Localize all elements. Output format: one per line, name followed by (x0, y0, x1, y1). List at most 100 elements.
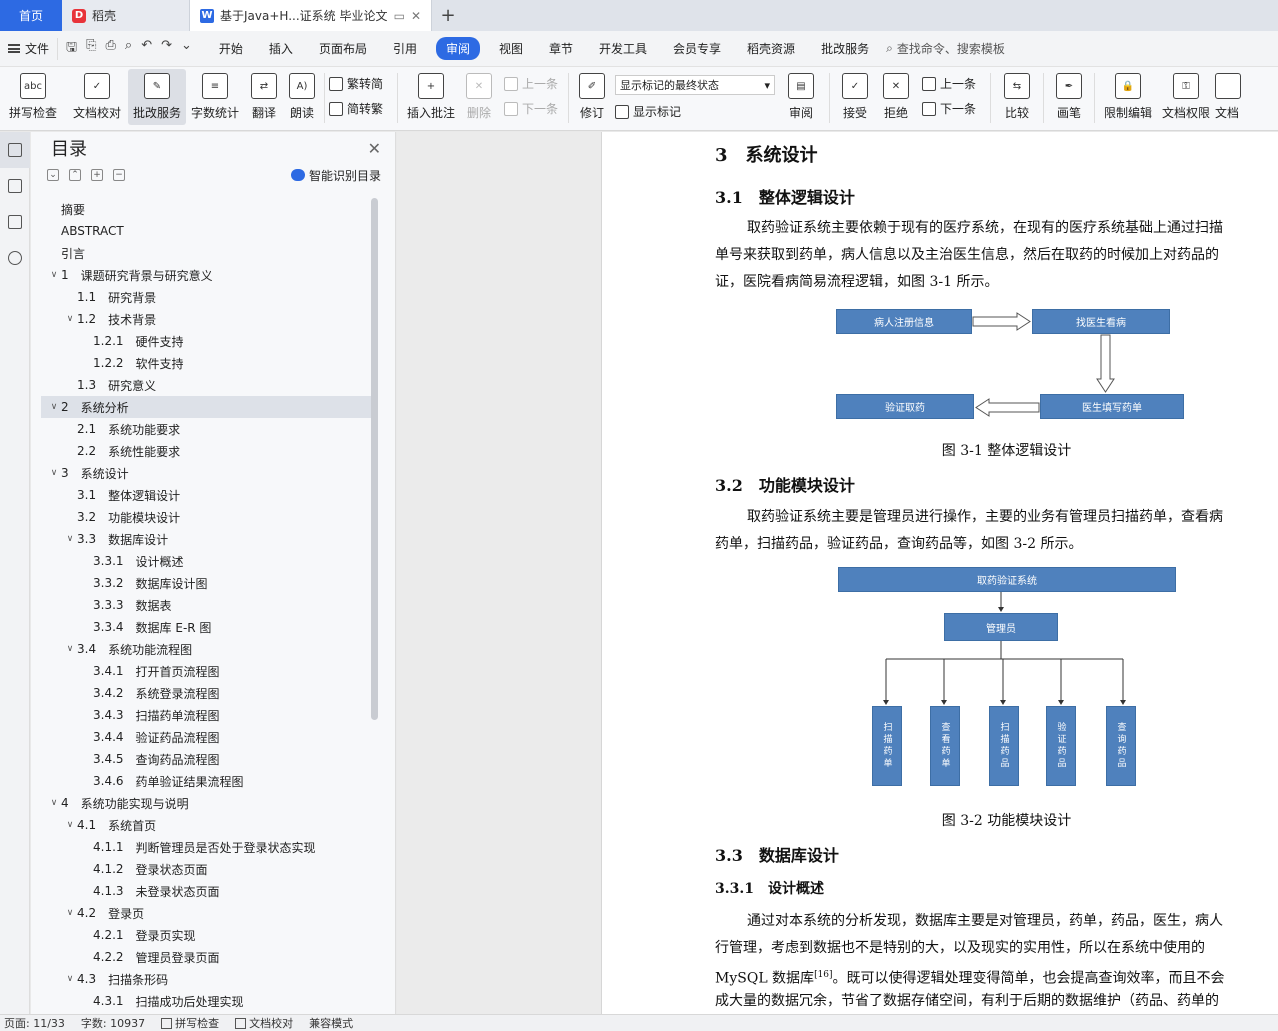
citation-ref[interactable]: [16] (814, 970, 832, 980)
page-indicator[interactable]: 页面: 11/33 (4, 1015, 65, 1031)
tab-home[interactable]: 首页 (0, 0, 62, 31)
read-aloud-button[interactable]: A) 朗读 (284, 69, 320, 125)
toc-item[interactable]: 1.3 研究意义 (41, 374, 371, 396)
menu-daoke-resources[interactable]: 稻壳资源 (734, 37, 808, 60)
toc-item[interactable]: ∨ 4.2 登录页 (41, 902, 371, 924)
toc-item[interactable]: ∨ 4.3 扫描条形码 (41, 968, 371, 990)
close-tab-icon[interactable]: ✕ (411, 9, 421, 23)
status-spell-check[interactable]: 拼写检查 (161, 1015, 219, 1031)
trad-to-simp-button[interactable]: 繁转简 (329, 75, 393, 92)
next-revision-button[interactable]: 下一条 (922, 100, 986, 117)
doc-check-button[interactable]: ✓ 文档校对 (66, 69, 128, 125)
toc-item[interactable]: 4.2.1 登录页实现 (41, 924, 371, 946)
next-comment-button[interactable]: 下一条 (504, 100, 564, 117)
remove-level-icon[interactable]: − (113, 169, 125, 181)
menu-review[interactable]: 审阅 (435, 37, 480, 60)
prev-revision-button[interactable]: 上一条 (922, 75, 986, 92)
find-pane-toggle[interactable] (0, 240, 30, 276)
menu-devtools[interactable]: 开发工具 (586, 37, 660, 60)
toc-item[interactable]: ∨ 4 系统功能实现与说明 (41, 792, 371, 814)
menu-insert[interactable]: 插入 (256, 37, 306, 60)
command-search[interactable]: ⌕ 查找命令、搜索模板 (886, 40, 1005, 57)
show-marks-button[interactable]: 显示标记 (615, 103, 777, 120)
delete-comment-button[interactable]: ✕ 删除 (460, 69, 498, 125)
translate-button[interactable]: ⇄ 翻译 (244, 69, 284, 125)
toc-item[interactable]: 2.2 系统性能要求 (41, 440, 371, 462)
accept-button[interactable]: ✓ 接受 (834, 69, 876, 125)
redo-icon[interactable]: ↷ (161, 38, 172, 60)
chevron-down-icon[interactable]: ∨ (47, 468, 61, 478)
file-menu-button[interactable]: 文件 (0, 40, 57, 57)
toc-item[interactable]: 3.4.3 扫描药单流程图 (41, 704, 371, 726)
chevron-down-icon[interactable]: ∨ (47, 402, 61, 412)
restrict-edit-button[interactable]: 🔒 限制编辑 (1099, 69, 1157, 125)
pen-button[interactable]: ✒ 画笔 (1048, 69, 1090, 125)
toc-item[interactable]: 3.4.5 查询药品流程图 (41, 748, 371, 770)
menu-view[interactable]: 视图 (486, 37, 536, 60)
revise-service-button[interactable]: ✎ 批改服务 (128, 69, 186, 125)
toc-item[interactable]: ABSTRACT (41, 220, 371, 242)
doc-more-button[interactable]: 文档 (1215, 69, 1245, 125)
menu-section[interactable]: 章节 (536, 37, 586, 60)
compare-button[interactable]: ⇆ 比较 (995, 69, 1039, 125)
toc-item[interactable]: 3.3.4 数据库 E-R 图 (41, 616, 371, 638)
chevron-down-icon[interactable]: ∨ (63, 534, 77, 544)
toc-item[interactable]: ∨ 3 系统设计 (41, 462, 371, 484)
prev-comment-button[interactable]: 上一条 (504, 75, 564, 92)
chevron-down-icon[interactable]: ∨ (63, 908, 77, 918)
toc-item[interactable]: 2.1 系统功能要求 (41, 418, 371, 440)
toc-item[interactable]: 3.4.6 药单验证结果流程图 (41, 770, 371, 792)
toc-item[interactable]: 摘要 (41, 198, 371, 220)
toc-item[interactable]: 4.2.2 管理员登录页面 (41, 946, 371, 968)
toc-scrollbar[interactable] (371, 198, 378, 720)
expand-up-icon[interactable]: ⌃ (69, 169, 81, 181)
toc-item[interactable]: 3.4.1 打开首页流程图 (41, 660, 371, 682)
customize-chevron-icon[interactable]: ⌄ (181, 38, 192, 60)
toc-item[interactable]: ∨ 1 课题研究背景与研究意义 (41, 264, 371, 286)
toc-item[interactable]: 3.3.2 数据库设计图 (41, 572, 371, 594)
toc-item[interactable]: ∨ 4.1 系统首页 (41, 814, 371, 836)
close-icon[interactable]: ✕ (368, 139, 381, 158)
export-icon[interactable]: ⎘ (86, 38, 96, 60)
restore-window-icon[interactable]: ▭ (394, 9, 405, 23)
chevron-down-icon[interactable]: ∨ (63, 314, 77, 324)
spell-check-button[interactable]: abc 拼写检查 (0, 69, 66, 125)
toc-item[interactable]: 3.4.4 验证药品流程图 (41, 726, 371, 748)
menu-layout[interactable]: 页面布局 (306, 37, 380, 60)
print-icon[interactable]: ⎙ (106, 38, 116, 60)
track-changes-button[interactable]: ✐ 修订 (573, 69, 611, 125)
insert-comment-button[interactable]: + 插入批注 (402, 69, 460, 125)
chevron-down-icon[interactable]: ∨ (63, 974, 77, 984)
collapse-all-icon[interactable]: ⌄ (47, 169, 59, 181)
add-level-icon[interactable]: + (91, 169, 103, 181)
reject-button[interactable]: ✕ 拒绝 (876, 69, 916, 125)
undo-icon[interactable]: ↶ (141, 38, 152, 60)
toc-item[interactable]: 4.1.3 未登录状态页面 (41, 880, 371, 902)
display-mode-select[interactable]: 显示标记的最终状态 ▾ (615, 75, 775, 95)
menu-revise-service[interactable]: 批改服务 (808, 37, 882, 60)
toc-item[interactable]: 3.2 功能模块设计 (41, 506, 371, 528)
word-count-indicator[interactable]: 字数: 10937 (81, 1015, 145, 1031)
save-icon[interactable]: 🖫 (66, 38, 77, 60)
toc-item[interactable]: 3.1 整体逻辑设计 (41, 484, 371, 506)
review-pane-button[interactable]: ▤ 审阅 (777, 69, 825, 125)
menu-member[interactable]: 会员专享 (660, 37, 734, 60)
new-tab-button[interactable]: + (432, 0, 464, 31)
doc-rights-button[interactable]: ⚿ 文档权限 (1157, 69, 1215, 125)
toc-item[interactable]: ∨ 1.2 技术背景 (41, 308, 371, 330)
toc-item[interactable]: 引言 (41, 242, 371, 264)
toc-item[interactable]: 3.3.1 设计概述 (41, 550, 371, 572)
toc-item[interactable]: ∨ 3.4 系统功能流程图 (41, 638, 371, 660)
toc-item[interactable]: 1.2.1 硬件支持 (41, 330, 371, 352)
toc-item[interactable]: 1.2.2 软件支持 (41, 352, 371, 374)
toc-pane-toggle[interactable] (0, 132, 30, 168)
toc-item[interactable]: 1.1 研究背景 (41, 286, 371, 308)
chevron-down-icon[interactable]: ∨ (63, 644, 77, 654)
bookmark-pane-toggle[interactable] (0, 204, 30, 240)
status-doc-check[interactable]: 文档校对 (235, 1015, 293, 1031)
chevron-down-icon[interactable]: ∨ (47, 798, 61, 808)
simp-to-trad-button[interactable]: 简转繁 (329, 100, 393, 117)
tab-daoke[interactable]: D 稻壳 (62, 0, 190, 31)
nav-pane-toggle[interactable] (0, 168, 30, 204)
chevron-down-icon[interactable]: ∨ (63, 820, 77, 830)
